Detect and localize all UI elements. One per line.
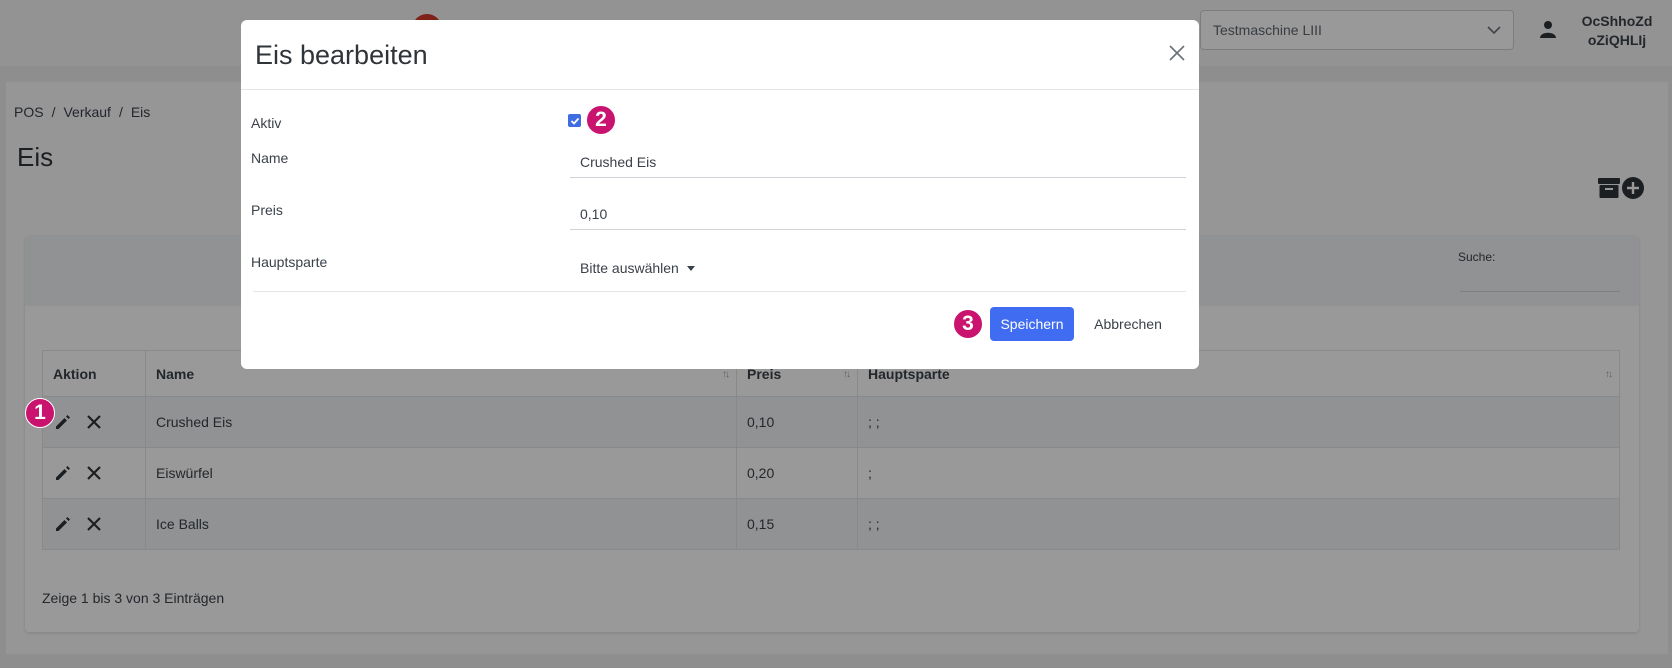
name-input[interactable]: Crushed Eis	[570, 148, 1186, 178]
aktiv-checkbox[interactable]	[568, 114, 581, 127]
cancel-button[interactable]: Abbrechen	[1086, 307, 1170, 341]
close-icon[interactable]	[1168, 44, 1186, 62]
aktiv-label: Aktiv	[251, 115, 282, 131]
hauptsparte-label: Hauptsparte	[251, 254, 328, 270]
divider	[253, 291, 1186, 292]
step-marker-3: 3	[953, 309, 983, 339]
divider	[241, 89, 1199, 90]
checkmark-icon	[570, 117, 579, 125]
step-marker-1: 1	[25, 398, 55, 428]
edit-modal: Eis bearbeiten Aktiv Name Crushed Eis Pr…	[241, 20, 1199, 369]
modal-title: Eis bearbeiten	[255, 40, 428, 70]
save-button[interactable]: Speichern	[990, 307, 1074, 341]
hauptsparte-select[interactable]: Bitte auswählen	[580, 260, 695, 276]
preis-label: Preis	[251, 202, 283, 218]
name-label: Name	[251, 150, 289, 166]
caret-down-icon	[686, 265, 695, 271]
hauptsparte-select-value: Bitte auswählen	[580, 260, 679, 276]
step-marker-2: 2	[586, 105, 616, 135]
preis-input[interactable]: 0,10	[570, 200, 1186, 230]
